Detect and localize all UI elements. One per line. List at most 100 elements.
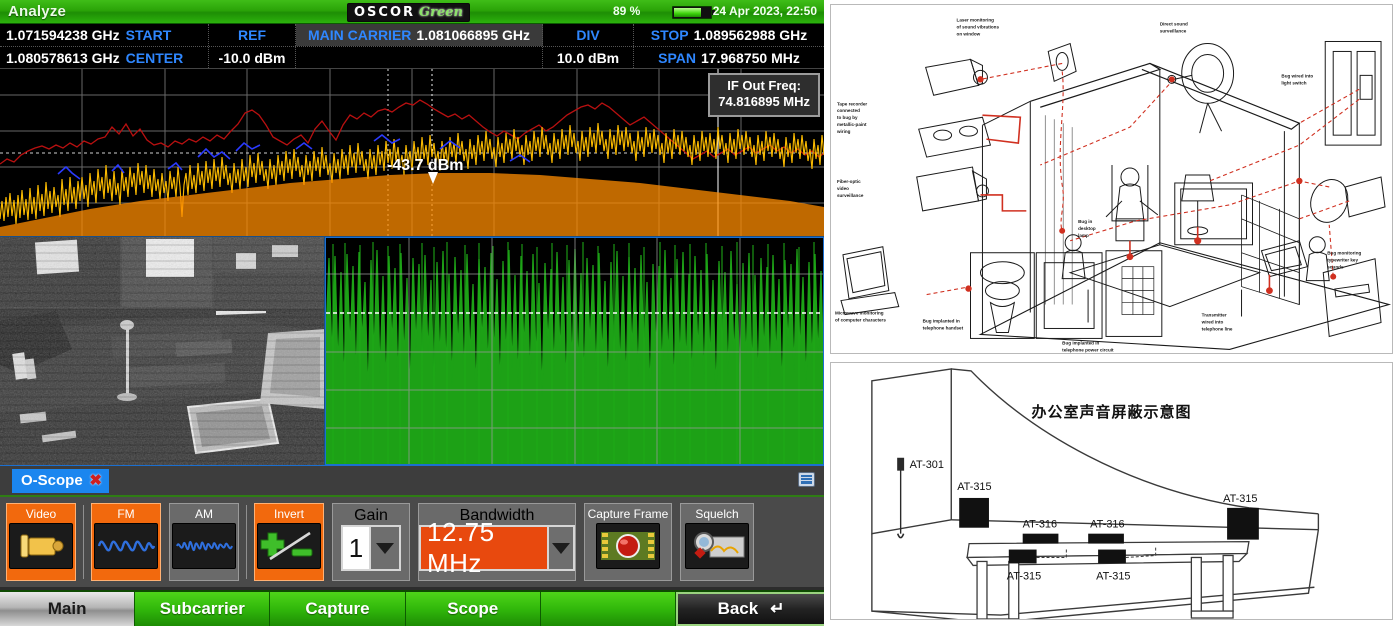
enter-arrow-icon: ↵ — [770, 599, 784, 619]
invert-button-label: Invert — [274, 507, 304, 521]
label-microwave-line2: of computer characters — [835, 317, 886, 322]
nav-subcarrier[interactable]: Subcarrier — [135, 592, 270, 626]
div-label: DIV — [576, 27, 599, 43]
label-at-315-right: AT-315 — [1223, 493, 1257, 505]
fm-wave-icon — [94, 523, 158, 569]
list-view-icon[interactable] — [798, 472, 815, 487]
bandwidth-combobox[interactable]: 12.75 MHz — [419, 525, 575, 571]
gain-label: Gain — [354, 507, 388, 525]
scope-tab-strip: O-Scope ✖ — [0, 465, 824, 495]
label-direct-line1: Direct sound — [1160, 22, 1188, 27]
squelch-label: Squelch — [695, 507, 738, 521]
label-power-line1: Bug implanted in — [1062, 340, 1099, 345]
ref-value: -10.0 dBm — [219, 50, 286, 66]
video-button-label: Video — [26, 507, 56, 521]
div-value-cell[interactable]: 10.0 dBm — [543, 47, 634, 68]
tab-o-scope[interactable]: O-Scope ✖ — [12, 469, 109, 493]
label-typewriter-line3: sounds — [1327, 265, 1344, 270]
nav-scope[interactable]: Scope — [406, 592, 541, 626]
chevron-down-icon[interactable] — [369, 527, 399, 569]
film-record-icon — [596, 523, 660, 569]
control-toolbar: Video FM AM — [0, 495, 824, 587]
stop-frequency-cell[interactable]: STOP 1.089562988 GHz — [634, 24, 824, 46]
label-tape-line2: connected — [837, 108, 860, 113]
gain-combobox[interactable]: 1 — [341, 525, 401, 571]
chevron-down-icon[interactable] — [547, 527, 573, 569]
main-carrier-value: 1.081066895 GHz — [416, 27, 530, 43]
nav-main[interactable]: Main — [0, 592, 135, 626]
capture-frame-label: Capture Frame — [588, 507, 669, 521]
label-telline-line2: wired into — [1201, 319, 1224, 324]
fm-button[interactable]: FM — [91, 503, 161, 581]
back-button-label: Back — [718, 599, 759, 619]
label-tape-line3: to bug by — [837, 115, 858, 120]
oscilloscope-svg — [326, 238, 823, 464]
start-frequency-cell[interactable]: 1.071594238 GHz START — [0, 24, 209, 46]
emitter-at-315-table-a — [1009, 550, 1037, 564]
marker-amplitude-label: -43.7 dBm — [387, 157, 463, 175]
nav-subcarrier-label: Subcarrier — [160, 599, 245, 619]
office-sound-masking-diagram: AT-301 AT-315 AT-316 AT-316 AT-315 AT-31… — [830, 362, 1393, 620]
ref-cell[interactable]: REF — [209, 24, 296, 46]
label-telline-line1: Transmitter — [1202, 313, 1227, 318]
fm-button-label: FM — [117, 507, 134, 521]
capture-frame-button[interactable]: Capture Frame — [584, 503, 672, 581]
bandwidth-value: 12.75 MHz — [421, 527, 547, 569]
squelch-button[interactable]: Squelch — [680, 503, 754, 581]
title-bar: Analyze OSCOR Green 89 % 24 Apr 2023, 22… — [0, 0, 824, 24]
label-telline-line3: telephone line — [1202, 326, 1233, 331]
spectrum-display[interactable]: -43.7 dBm IF Out Freq: 74.816895 MHz — [0, 69, 824, 237]
video-preview-svg — [0, 237, 325, 465]
if-out-freq-label: IF Out Freq: — [718, 78, 810, 94]
label-laser-line2: of sound vibrations — [957, 25, 1000, 30]
oscor-logo: OSCOR Green — [347, 3, 470, 22]
div-value: 10.0 dBm — [557, 50, 619, 66]
label-fiber-line1: Fiber-optic — [837, 179, 861, 184]
if-out-freq-value: 74.816895 MHz — [718, 94, 810, 110]
stop-label: STOP — [651, 27, 689, 43]
label-typewriter-line2: typewriter key — [1327, 258, 1358, 263]
battery-icon — [672, 6, 712, 19]
am-button[interactable]: AM — [169, 503, 239, 581]
div-cell[interactable]: DIV — [543, 24, 634, 46]
label-desktop-line1: Bug in — [1078, 219, 1092, 224]
emitter-at-316-a — [1023, 534, 1059, 544]
label-at-315-left: AT-315 — [957, 481, 991, 493]
ref-value-cell[interactable]: -10.0 dBm — [209, 47, 296, 68]
emitter-at-315-table-b — [1098, 550, 1126, 564]
nav-capture[interactable]: Capture — [270, 592, 405, 626]
readout-row-bottom: 1.080578613 GHz CENTER -10.0 dBm 10.0 dB… — [0, 46, 824, 68]
span-label: SPAN — [658, 50, 696, 66]
nav-spacer — [541, 592, 676, 626]
label-desktop-line3: lamp — [1078, 233, 1089, 238]
video-button[interactable]: Video — [6, 503, 76, 581]
label-at-301: AT-301 — [910, 459, 944, 471]
battery-percent: 89 % — [613, 4, 640, 18]
label-power-line2: telephone power circuit — [1062, 347, 1114, 352]
surveillance-diagram-svg: Laser monitoring of sound vibrations on … — [831, 5, 1392, 353]
close-icon[interactable]: ✖ — [89, 474, 103, 488]
span-value: 17.968750 MHz — [701, 50, 800, 66]
bandwidth-control[interactable]: Bandwidth 12.75 MHz — [418, 503, 576, 581]
nav-main-label: Main — [48, 599, 87, 619]
label-at-315-table-b: AT-315 — [1096, 570, 1130, 582]
label-fiber-line2: video — [837, 186, 849, 191]
center-frequency-cell[interactable]: 1.080578613 GHz CENTER — [0, 47, 209, 68]
label-handset-line2: telephone handset — [923, 325, 964, 330]
office-surveillance-threats-diagram: Laser monitoring of sound vibrations on … — [830, 4, 1393, 354]
acoustic-diagram-title: 办公室声音屏蔽示意图 — [831, 401, 1392, 422]
nav-capture-label: Capture — [305, 599, 369, 619]
video-preview[interactable] — [0, 237, 325, 465]
back-button[interactable]: Back ↵ — [676, 592, 824, 626]
span-cell[interactable]: SPAN 17.968750 MHz — [634, 47, 824, 68]
oscor-device-screen: Analyze OSCOR Green 89 % 24 Apr 2023, 22… — [0, 0, 824, 626]
invert-button[interactable]: Invert — [254, 503, 324, 581]
gain-control[interactable]: Gain 1 — [332, 503, 410, 581]
label-tape-line4: metallic-paint — [837, 122, 867, 127]
label-laser-line1: Laser monitoring — [957, 18, 995, 23]
readout-blank-cell — [296, 47, 543, 68]
main-carrier-cell[interactable]: MAIN CARRIER 1.081066895 GHz — [296, 24, 543, 46]
label-handset-line1: Bug implanted in — [923, 318, 960, 323]
readout-row-top: 1.071594238 GHz START REF MAIN CARRIER 1… — [0, 24, 824, 46]
oscilloscope-display[interactable] — [325, 237, 824, 465]
